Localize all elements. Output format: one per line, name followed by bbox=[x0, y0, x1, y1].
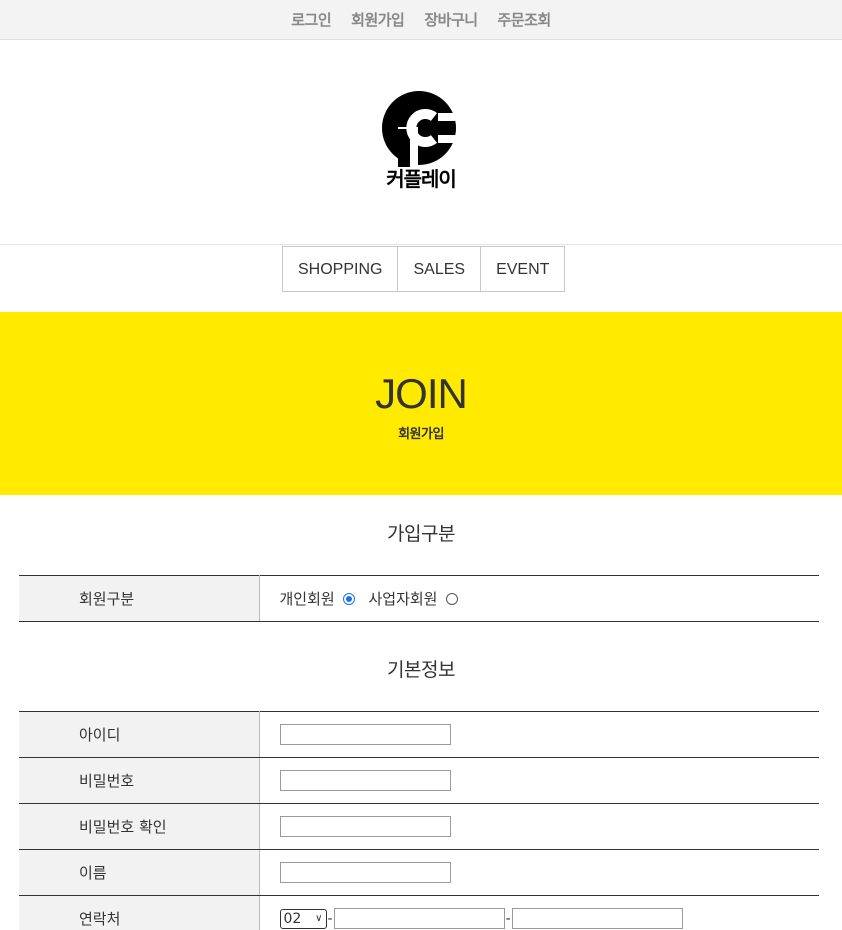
order-lookup-link[interactable]: 주문조회 bbox=[498, 9, 552, 30]
table-row: 아이디 bbox=[19, 711, 819, 758]
phone-area-code-value: 02 bbox=[283, 910, 302, 927]
business-member-option[interactable]: 사업자회원 bbox=[368, 588, 458, 609]
page-title: JOIN bbox=[375, 370, 468, 417]
nav-shopping[interactable]: SHOPPING bbox=[282, 246, 399, 292]
business-member-radio[interactable] bbox=[445, 592, 458, 605]
personal-member-radio[interactable] bbox=[342, 592, 355, 605]
hero-banner: JOIN 회원가입 bbox=[0, 312, 842, 495]
phone-separator: - bbox=[505, 910, 511, 927]
main-nav: SHOPPING SALES EVENT bbox=[282, 246, 566, 292]
nav-sales[interactable]: SALES bbox=[397, 246, 482, 292]
phone-label: 연락처 bbox=[19, 895, 260, 930]
cart-link[interactable]: 장바구니 bbox=[424, 9, 478, 30]
page-subtitle: 회원가입 bbox=[398, 427, 444, 442]
table-row: 이름 bbox=[19, 849, 819, 896]
name-input[interactable] bbox=[279, 862, 451, 883]
phone-area-code-select[interactable]: 02 ∨ bbox=[279, 908, 327, 929]
member-type-field: 개인회원 사업자회원 bbox=[259, 575, 819, 622]
nav-event[interactable]: EVENT bbox=[480, 246, 566, 292]
signup-link[interactable]: 회원가입 bbox=[351, 9, 405, 30]
logo-text[interactable]: 커플레이 bbox=[386, 169, 457, 189]
basic-info-table: 아이디 비밀번호 비밀번호 확인 이름 연락처 02 ∨ - - bbox=[19, 711, 819, 930]
password-confirm-input[interactable] bbox=[279, 816, 451, 837]
user-id-input[interactable] bbox=[279, 724, 451, 745]
password-label: 비밀번호 bbox=[19, 757, 260, 804]
password-confirm-label: 비밀번호 확인 bbox=[19, 803, 260, 850]
personal-member-option[interactable]: 개인회원 bbox=[280, 588, 355, 609]
login-link[interactable]: 로그인 bbox=[291, 9, 331, 30]
section-title-basic-info: 기본정보 bbox=[387, 659, 455, 681]
member-type-label: 회원구분 bbox=[19, 575, 260, 622]
phone-middle-input[interactable] bbox=[333, 908, 505, 929]
personal-member-label: 개인회원 bbox=[279, 590, 335, 608]
top-utility-bar: 로그인 회원가입 장바구니 주문조회 bbox=[0, 0, 842, 40]
section-title-join-type: 가입구분 bbox=[387, 523, 455, 545]
user-id-label: 아이디 bbox=[19, 711, 260, 758]
phone-separator: - bbox=[327, 910, 333, 927]
business-member-label: 사업자회원 bbox=[368, 590, 438, 608]
table-row: 연락처 02 ∨ - - bbox=[19, 895, 819, 930]
table-row: 회원구분 개인회원 사업자회원 bbox=[19, 575, 819, 622]
logo-area: 커플레이 bbox=[0, 40, 842, 245]
phone-last-input[interactable] bbox=[511, 908, 683, 929]
table-row: 비밀번호 확인 bbox=[19, 803, 819, 850]
logo-p-icon[interactable] bbox=[382, 91, 460, 169]
chevron-down-icon: ∨ bbox=[315, 912, 323, 924]
name-label: 이름 bbox=[19, 849, 260, 896]
join-type-table: 회원구분 개인회원 사업자회원 bbox=[19, 575, 819, 622]
password-input[interactable] bbox=[279, 770, 451, 791]
table-row: 비밀번호 bbox=[19, 757, 819, 804]
